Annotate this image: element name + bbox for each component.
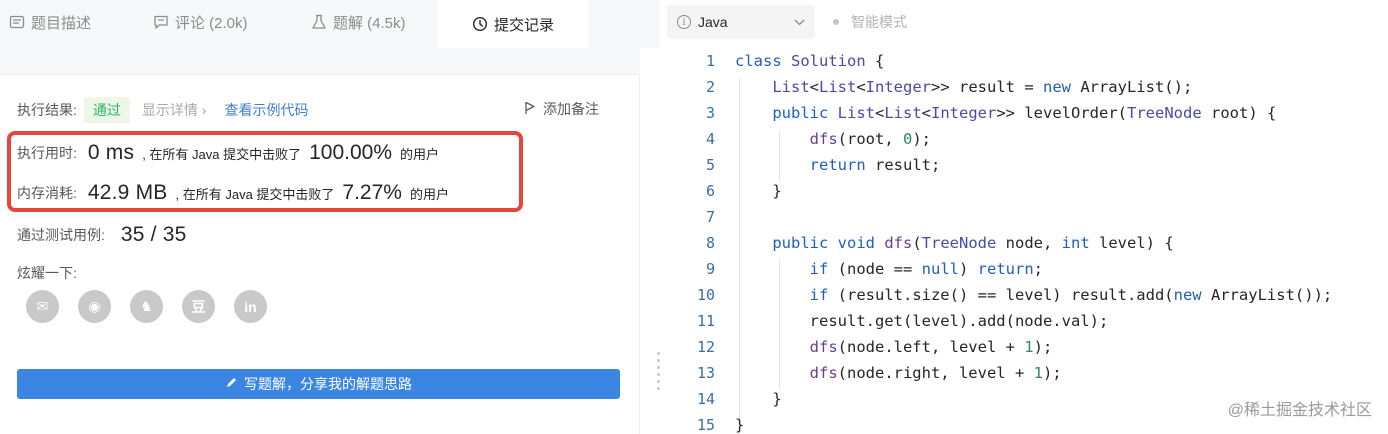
- view-example-code-link[interactable]: 查看示例代码: [224, 100, 308, 120]
- smart-mode-label: 智能模式: [851, 14, 907, 30]
- tests-row: 通过测试用例: 35 / 35: [17, 222, 187, 248]
- linkedin-icon[interactable]: in: [234, 290, 267, 323]
- comment-icon: [152, 13, 170, 31]
- watermark: @稀土掘金技术社区: [1227, 402, 1372, 419]
- tab-submissions[interactable]: 提交记录: [437, 0, 589, 48]
- share-row: 炫耀一下:: [17, 262, 77, 284]
- write-solution-button[interactable]: 写题解，分享我的解题思路: [17, 369, 620, 399]
- language-select[interactable]: i Java: [667, 5, 815, 39]
- panel-resize-handle[interactable]: [655, 352, 661, 412]
- tab-comments-label: 评论 (2.0k): [175, 14, 248, 32]
- share-label: 炫耀一下:: [17, 265, 77, 281]
- pencil-icon: [225, 376, 238, 392]
- info-icon: i: [677, 15, 691, 29]
- weibo-icon[interactable]: ◉: [78, 290, 111, 323]
- qq-icon[interactable]: ♞: [130, 290, 163, 323]
- tests-label: 通过测试用例:: [17, 227, 105, 243]
- submission-panel: 题目描述 评论 (2.0k) 题解 (4.5k) 提交记录 执行结果: 通过 显…: [0, 0, 660, 434]
- chevron-down-icon: [794, 15, 805, 29]
- status-badge: 通过: [83, 97, 130, 123]
- result-row: 执行结果: 通过 显示详情 › 查看示例代码: [17, 97, 308, 123]
- tests-value: 35 / 35: [120, 223, 187, 246]
- runtime-suffix: 的用户: [400, 146, 440, 162]
- show-details-link[interactable]: 显示详情 ›: [142, 100, 207, 120]
- tab-comments[interactable]: 评论 (2.0k): [152, 0, 248, 44]
- runtime-value: 0 ms: [87, 141, 135, 164]
- memory-beat-text: , 在所有 Java 提交中击败了: [175, 186, 335, 202]
- runtime-beat-text: , 在所有 Java 提交中击败了: [142, 146, 302, 162]
- flag-icon: [523, 101, 537, 118]
- tab-submissions-label: 提交记录: [494, 16, 555, 34]
- wechat-icon[interactable]: ✉: [26, 290, 59, 323]
- tab-description[interactable]: 题目描述: [8, 0, 91, 44]
- social-share-icons: ✉ ◉ ♞ 豆 in: [26, 290, 267, 323]
- runtime-percent: 100.00%: [309, 141, 393, 164]
- runtime-label: 执行用时:: [17, 145, 77, 161]
- result-label: 执行结果:: [17, 102, 77, 118]
- tab-bar: 题目描述 评论 (2.0k) 题解 (4.5k) 提交记录: [0, 0, 660, 48]
- language-value: Java: [698, 14, 728, 30]
- memory-suffix: 的用户: [409, 186, 449, 202]
- write-solution-label: 写题解，分享我的解题思路: [244, 376, 412, 392]
- mode-dot-icon: [833, 19, 839, 25]
- code-editor-panel: i Java 智能模式 1 class Solution { 2 List<Lis…: [665, 0, 1388, 434]
- add-note-label: 添加备注: [543, 101, 599, 117]
- clock-icon: [471, 15, 489, 33]
- tab-solutions[interactable]: 题解 (4.5k): [310, 0, 406, 44]
- tab-solutions-label: 题解 (4.5k): [333, 14, 406, 32]
- smart-mode-toggle[interactable]: 智能模式: [833, 12, 907, 32]
- memory-value: 42.9 MB: [87, 181, 168, 204]
- add-note-button[interactable]: 添加备注: [523, 99, 599, 119]
- douban-icon[interactable]: 豆: [182, 290, 215, 323]
- memory-label: 内存消耗:: [17, 185, 77, 201]
- tab-description-label: 题目描述: [31, 14, 92, 32]
- document-icon: [8, 13, 26, 31]
- editor-toolbar: i Java 智能模式: [665, 0, 1388, 44]
- memory-percent: 7.27%: [342, 181, 402, 204]
- flask-icon: [310, 13, 328, 31]
- memory-row: 内存消耗: 42.9 MB , 在所有 Java 提交中击败了 7.27% 的用…: [17, 180, 449, 206]
- runtime-row: 执行用时: 0 ms , 在所有 Java 提交中击败了 100.00% 的用户: [17, 140, 439, 166]
